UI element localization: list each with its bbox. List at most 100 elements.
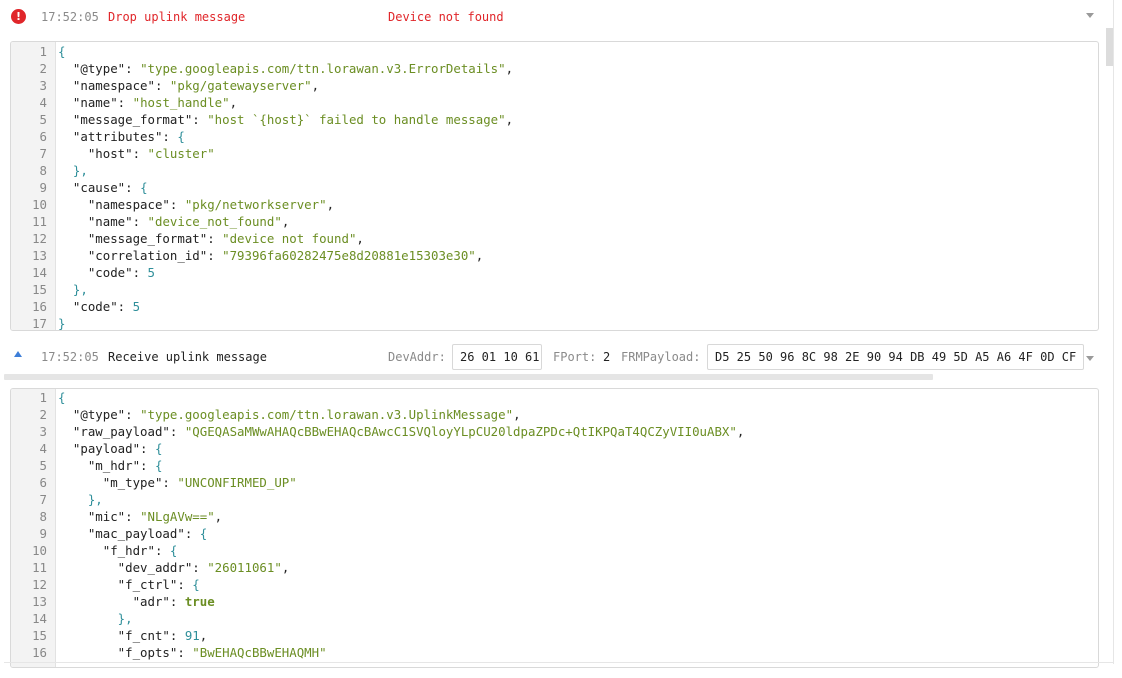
chevron-down-icon[interactable] bbox=[1086, 356, 1094, 361]
horizontal-scrollbar[interactable] bbox=[4, 374, 933, 380]
code-line: 1{ bbox=[11, 43, 1098, 60]
devaddr-value[interactable]: 26 01 10 61 bbox=[452, 344, 542, 370]
code-text: "host": "cluster" bbox=[58, 146, 215, 161]
code-line: 6 "m_type": "UNCONFIRMED_UP" bbox=[11, 474, 1098, 491]
uplink-message-code-panel: 1{2 "@type": "type.googleapis.com/ttn.lo… bbox=[10, 388, 1099, 668]
code-line: 14 "code": 5 bbox=[11, 264, 1098, 281]
line-number: 2 bbox=[39, 407, 47, 422]
line-number: 13 bbox=[32, 594, 47, 609]
code-text: "code": 5 bbox=[58, 265, 155, 280]
line-number: 4 bbox=[39, 95, 47, 110]
code-text: "name": "device_not_found", bbox=[58, 214, 290, 229]
line-number: 9 bbox=[39, 180, 47, 195]
line-number: 1 bbox=[39, 44, 47, 59]
line-number: 3 bbox=[39, 424, 47, 439]
code-line: 4 "payload": { bbox=[11, 440, 1098, 457]
line-number: 3 bbox=[39, 78, 47, 93]
event-row-drop-uplink[interactable]: ! 17:52:05 Drop uplink message Device no… bbox=[0, 0, 1104, 34]
event-time: 17:52:05 bbox=[41, 10, 99, 24]
code-text: "name": "host_handle", bbox=[58, 95, 238, 110]
line-number: 14 bbox=[32, 611, 47, 626]
line-number: 6 bbox=[39, 129, 47, 144]
code-line: 2 "@type": "type.googleapis.com/ttn.lora… bbox=[11, 406, 1098, 423]
frmpayload-value[interactable]: D5 25 50 96 8C 98 2E 90 94 DB 49 5D A5 A… bbox=[707, 344, 1084, 370]
code-line: 12 "f_ctrl": { bbox=[11, 576, 1098, 593]
line-number: 9 bbox=[39, 526, 47, 541]
code-text: { bbox=[58, 44, 66, 59]
line-number: 5 bbox=[39, 112, 47, 127]
code-text: { bbox=[58, 390, 66, 405]
code-line: 7 }, bbox=[11, 491, 1098, 508]
code-text: "@type": "type.googleapis.com/ttn.lorawa… bbox=[58, 61, 514, 76]
line-number: 12 bbox=[32, 231, 47, 246]
code-line: 5 "m_hdr": { bbox=[11, 457, 1098, 474]
code-line: 15 }, bbox=[11, 281, 1098, 298]
code-text: "mac_payload": { bbox=[58, 526, 208, 541]
code-text: }, bbox=[58, 492, 103, 507]
code-line: 7 "host": "cluster" bbox=[11, 145, 1098, 162]
error-icon: ! bbox=[11, 9, 26, 24]
code-line: 16 "f_opts": "BwEHAQcBBwEHAQMH" bbox=[11, 644, 1098, 661]
line-number: 8 bbox=[39, 163, 47, 178]
code-line: 11 "name": "device_not_found", bbox=[11, 213, 1098, 230]
code-text: "f_ctrl": { bbox=[58, 577, 200, 592]
code-text: }, bbox=[58, 163, 88, 178]
vertical-scroll-track bbox=[1113, 0, 1114, 664]
code-text: "dev_addr": "26011061", bbox=[58, 560, 290, 575]
code-content: 1{2 "@type": "type.googleapis.com/ttn.lo… bbox=[11, 43, 1098, 331]
arrow-up-icon bbox=[14, 351, 22, 357]
line-number: 16 bbox=[32, 299, 47, 314]
code-line: 13 "adr": true bbox=[11, 593, 1098, 610]
code-text: "adr": true bbox=[58, 594, 215, 609]
code-text: "namespace": "pkg/networkserver", bbox=[58, 197, 335, 212]
code-line: 16 "code": 5 bbox=[11, 298, 1098, 315]
line-number: 7 bbox=[39, 146, 47, 161]
line-number: 15 bbox=[32, 628, 47, 643]
code-line: 14 }, bbox=[11, 610, 1098, 627]
frmpayload-label: FRMPayload: bbox=[621, 350, 701, 364]
code-text: "m_type": "UNCONFIRMED_UP" bbox=[58, 475, 297, 490]
line-number: 10 bbox=[32, 543, 47, 558]
code-text: "namespace": "pkg/gatewayserver", bbox=[58, 78, 320, 93]
event-time: 17:52:05 bbox=[41, 350, 99, 364]
code-text: "f_opts": "BwEHAQcBBwEHAQMH" bbox=[58, 645, 327, 660]
code-text: "@type": "type.googleapis.com/ttn.lorawa… bbox=[58, 407, 521, 422]
vertical-scrollbar-thumb[interactable] bbox=[1106, 28, 1113, 66]
code-line: 9 "mac_payload": { bbox=[11, 525, 1098, 542]
error-details-code-panel: 1{2 "@type": "type.googleapis.com/ttn.lo… bbox=[10, 41, 1099, 331]
code-text: "f_cnt": 91, bbox=[58, 628, 208, 643]
event-type: Receive uplink message bbox=[108, 350, 267, 364]
line-number: 8 bbox=[39, 509, 47, 524]
line-number: 11 bbox=[32, 560, 47, 575]
line-number: 7 bbox=[39, 492, 47, 507]
devaddr-label: DevAddr: bbox=[388, 350, 446, 364]
code-text: "mic": "NLgAVw==", bbox=[58, 509, 223, 524]
event-row-receive-uplink[interactable]: 17:52:05 Receive uplink message DevAddr:… bbox=[0, 340, 1104, 374]
code-line: 4 "name": "host_handle", bbox=[11, 94, 1098, 111]
code-line: 11 "dev_addr": "26011061", bbox=[11, 559, 1098, 576]
line-number: 1 bbox=[39, 390, 47, 405]
chevron-down-icon[interactable] bbox=[1086, 13, 1094, 18]
line-number: 11 bbox=[32, 214, 47, 229]
line-number: 2 bbox=[39, 61, 47, 76]
line-number: 10 bbox=[32, 197, 47, 212]
code-line: 10 "namespace": "pkg/networkserver", bbox=[11, 196, 1098, 213]
code-line: 6 "attributes": { bbox=[11, 128, 1098, 145]
code-content: 1{2 "@type": "type.googleapis.com/ttn.lo… bbox=[11, 389, 1098, 661]
line-number: 14 bbox=[32, 265, 47, 280]
line-number: 17 bbox=[32, 316, 47, 331]
code-line: 9 "cause": { bbox=[11, 179, 1098, 196]
code-text: "code": 5 bbox=[58, 299, 141, 314]
line-number: 15 bbox=[32, 282, 47, 297]
code-text: "payload": { bbox=[58, 441, 163, 456]
line-number: 12 bbox=[32, 577, 47, 592]
line-number: 6 bbox=[39, 475, 47, 490]
code-line: 3 "raw_payload": "QGEQASaMWwAHAQcBBwEHAQ… bbox=[11, 423, 1098, 440]
line-number: 16 bbox=[32, 645, 47, 660]
line-number: 13 bbox=[32, 248, 47, 263]
code-text: }, bbox=[58, 282, 88, 297]
code-line: 17} bbox=[11, 315, 1098, 331]
code-line: 1{ bbox=[11, 389, 1098, 406]
code-text: "message_format": "host `{host}` failed … bbox=[58, 112, 514, 127]
code-line: 15 "f_cnt": 91, bbox=[11, 627, 1098, 644]
